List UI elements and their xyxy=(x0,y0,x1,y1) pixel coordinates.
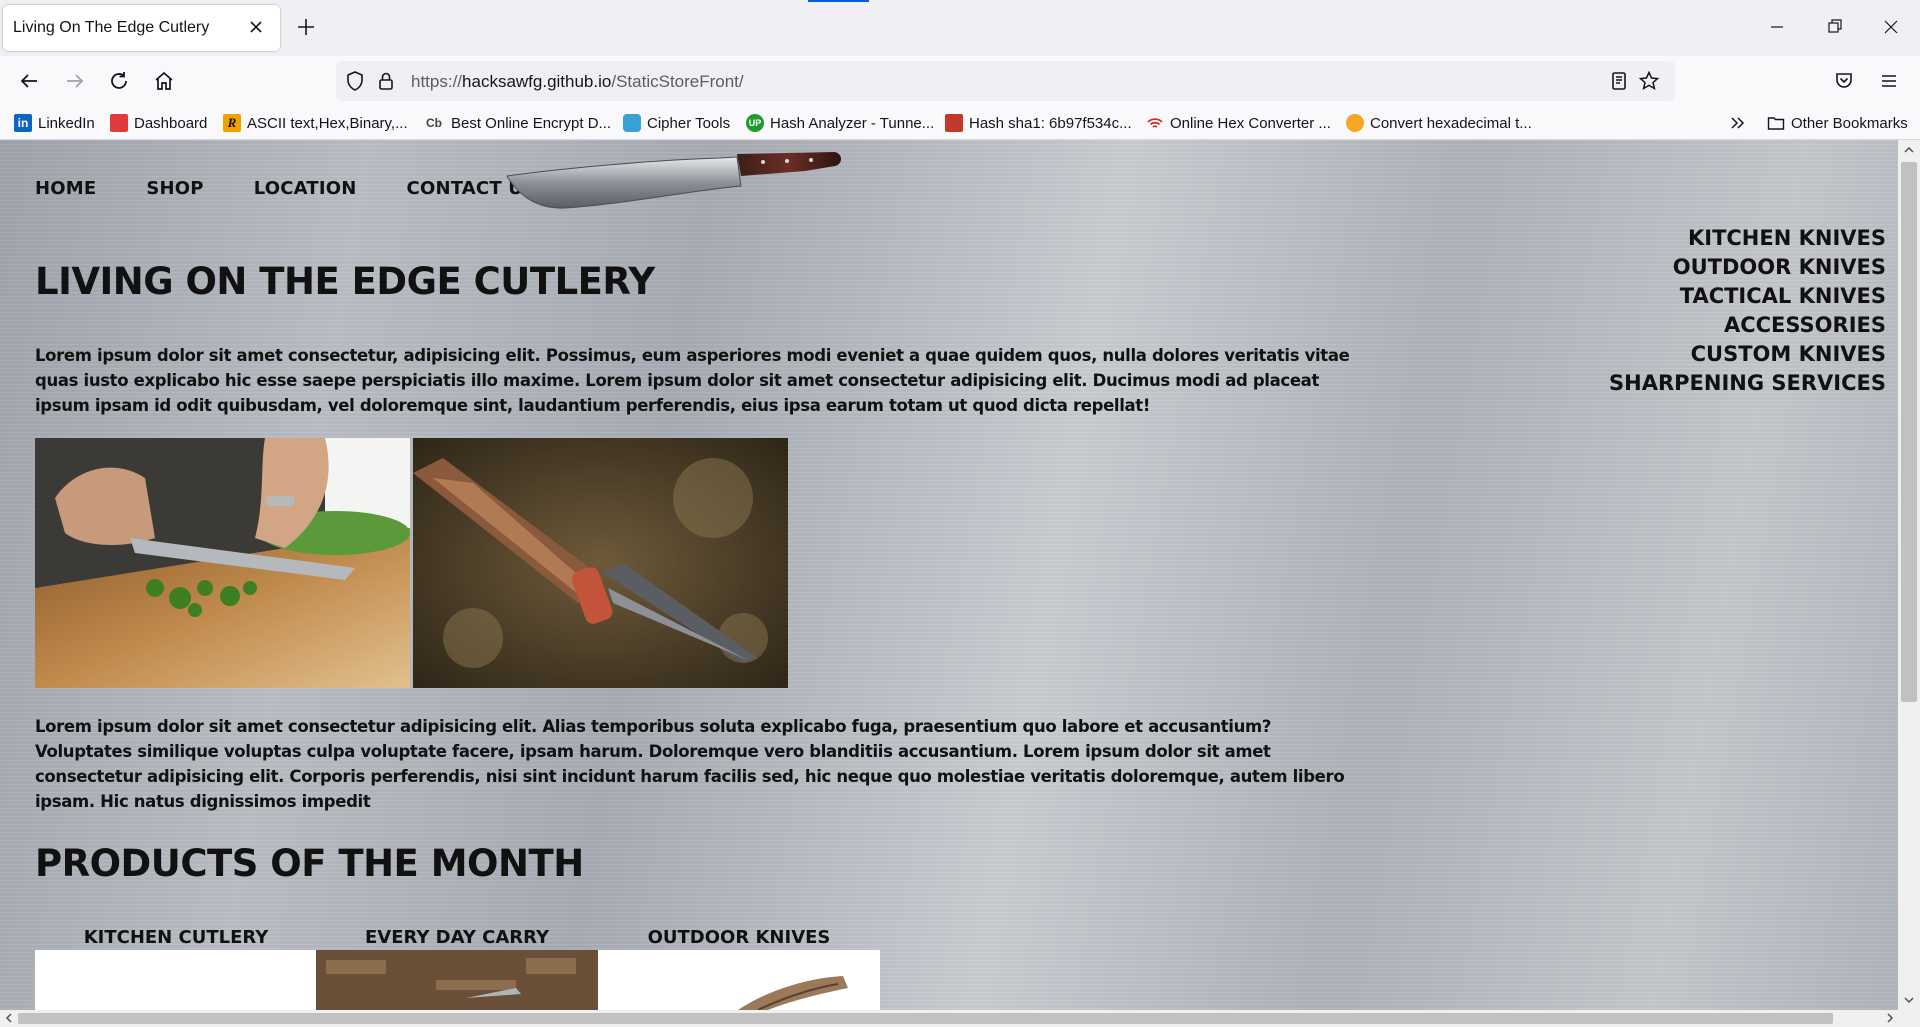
url-scheme: https:// xyxy=(411,72,463,91)
cipher-icon xyxy=(623,114,641,132)
product-image-outdoor-knives[interactable] xyxy=(598,950,880,1010)
body-paragraph: Lorem ipsum dolor sit amet consectetur a… xyxy=(35,717,1345,811)
bookmark-dashboard[interactable]: Dashboard xyxy=(110,112,207,134)
folder-icon xyxy=(1767,117,1785,130)
url-path: /StaticStoreFront/ xyxy=(611,72,744,91)
other-bookmarks-label: Other Bookmarks xyxy=(1791,114,1908,132)
bookmark-label: Hash Analyzer - Tunne... xyxy=(770,114,935,132)
dashboard-icon xyxy=(110,114,128,132)
products-heading: PRODUCTS OF THE MONTH xyxy=(35,842,584,885)
scroll-right-icon[interactable] xyxy=(1884,1012,1896,1024)
product-label-outdoor-knives[interactable]: OUTDOOR KNIVES xyxy=(598,927,880,948)
bookmark-label: Hash sha1: 6b97f534c... xyxy=(969,114,1132,132)
bookmark-label: Dashboard xyxy=(134,114,208,132)
rapidtables-icon: R xyxy=(223,114,241,132)
menu-accessories[interactable]: ACCESSORIES xyxy=(1609,311,1886,340)
chef-knife-logo xyxy=(506,152,841,209)
bookmark-hash-analyzer[interactable]: UP Hash Analyzer - Tunne... xyxy=(746,112,934,134)
bookmarks-toolbar: in LinkedIn Dashboard R ASCII text,Hex,B… xyxy=(0,106,1920,140)
tab-title: Living On The Edge Cutlery xyxy=(13,19,210,36)
tunnelsup-icon: UP xyxy=(746,114,764,132)
bookmark-ascii[interactable]: R ASCII text,Hex,Binary,... xyxy=(223,112,408,134)
vertical-scrollbar[interactable] xyxy=(1898,140,1920,1010)
product-image-kitchen-cutlery[interactable] xyxy=(35,950,317,1010)
scroll-up-icon[interactable] xyxy=(1903,144,1915,156)
linkedin-icon: in xyxy=(14,114,32,132)
product-label-every-day-carry[interactable]: EVERY DAY CARRY xyxy=(316,927,598,948)
site-nav: HOME SHOP LOCATION CONTACT US xyxy=(35,178,586,199)
reload-icon[interactable] xyxy=(107,69,131,93)
menu-sharpening-services[interactable]: SHARPENING SERVICES xyxy=(1609,369,1886,398)
bookmark-label: Convert hexadecimal t... xyxy=(1370,114,1532,132)
restore-icon[interactable] xyxy=(1824,16,1846,38)
url-host: hacksawfg.github.io xyxy=(462,72,612,91)
nav-shop[interactable]: SHOP xyxy=(146,178,203,199)
menu-custom-knives[interactable]: CUSTOM KNIVES xyxy=(1609,340,1886,369)
chopping-herbs-photo xyxy=(35,438,410,688)
forward-icon[interactable] xyxy=(63,69,87,93)
scroll-down-icon[interactable] xyxy=(1903,994,1915,1006)
page-content: HOME SHOP LOCATION CONTACT US KITCHEN KN… xyxy=(0,140,1898,1010)
category-menu: KITCHEN KNIVES OUTDOOR KNIVES TACTICAL K… xyxy=(1609,224,1886,398)
nav-home[interactable]: HOME xyxy=(35,178,96,199)
pocket-icon[interactable] xyxy=(1832,69,1856,93)
new-tab-icon[interactable] xyxy=(295,16,317,38)
bookmark-label: Cipher Tools xyxy=(647,114,731,132)
product-label-kitchen-cutlery[interactable]: KITCHEN CUTLERY xyxy=(35,927,317,948)
product-image-every-day-carry[interactable] xyxy=(316,950,598,1010)
bookmark-label: LinkedIn xyxy=(38,114,95,132)
nav-location[interactable]: LOCATION xyxy=(254,178,357,199)
convert-icon xyxy=(1346,114,1364,132)
tracking-shield-icon[interactable] xyxy=(343,69,367,93)
scroll-left-icon[interactable] xyxy=(3,1012,15,1024)
home-icon[interactable] xyxy=(152,69,176,93)
lock-icon[interactable] xyxy=(374,69,398,93)
address-bar[interactable]: https://hacksawfg.github.io/StaticStoreF… xyxy=(336,61,1675,101)
bookmark-label: Online Hex Converter ... xyxy=(1170,114,1331,132)
menu-kitchen-knives[interactable]: KITCHEN KNIVES xyxy=(1609,224,1886,253)
outdoor-knife-photo xyxy=(413,438,788,688)
reader-view-icon[interactable] xyxy=(1607,69,1631,93)
navigation-toolbar: https://hacksawfg.github.io/StaticStoreF… xyxy=(0,56,1920,106)
bookmark-cipher-tools[interactable]: Cipher Tools xyxy=(623,112,730,134)
bookmark-hex-converter[interactable]: Online Hex Converter ... xyxy=(1146,112,1331,134)
back-icon[interactable] xyxy=(17,69,41,93)
wifi-icon xyxy=(1147,118,1163,128)
horizontal-scroll-thumb[interactable] xyxy=(18,1013,1833,1024)
menu-icon[interactable] xyxy=(1877,69,1901,93)
other-bookmarks[interactable]: Other Bookmarks xyxy=(1767,112,1908,134)
bookmark-label: ASCII text,Hex,Binary,... xyxy=(247,114,408,132)
bookmark-star-icon[interactable] xyxy=(1637,69,1661,93)
minimize-icon[interactable] xyxy=(1766,16,1788,38)
tab-scroll-indicator xyxy=(808,0,869,2)
horizontal-scrollbar[interactable] xyxy=(0,1010,1920,1027)
tab-bar: Living On The Edge Cutlery xyxy=(0,0,1920,56)
close-tab-icon[interactable] xyxy=(246,17,266,37)
menu-outdoor-knives[interactable]: OUTDOOR KNIVES xyxy=(1609,253,1886,282)
bookmark-convert-hex[interactable]: Convert hexadecimal t... xyxy=(1346,112,1532,134)
intro-paragraph: Lorem ipsum dolor sit amet consectetur, … xyxy=(35,346,1350,415)
bookmark-linkedin[interactable]: in LinkedIn xyxy=(14,112,95,134)
close-window-icon[interactable] xyxy=(1880,16,1902,38)
hash-icon xyxy=(945,114,963,132)
url-text[interactable]: https://hacksawfg.github.io/StaticStoreF… xyxy=(411,72,744,92)
cb-icon: Cb xyxy=(426,116,442,130)
menu-tactical-knives[interactable]: TACTICAL KNIVES xyxy=(1609,282,1886,311)
bookmark-label: Best Online Encrypt D... xyxy=(451,114,612,132)
page-title: LIVING ON THE EDGE CUTLERY xyxy=(35,260,655,303)
vertical-scroll-thumb[interactable] xyxy=(1901,162,1917,702)
chevron-double-right-icon[interactable] xyxy=(1729,114,1747,132)
bookmark-hash-sha1[interactable]: Hash sha1: 6b97f534c... xyxy=(945,112,1132,134)
bookmark-encrypt[interactable]: Cb Best Online Encrypt D... xyxy=(423,112,611,134)
active-tab[interactable]: Living On The Edge Cutlery xyxy=(3,5,280,51)
